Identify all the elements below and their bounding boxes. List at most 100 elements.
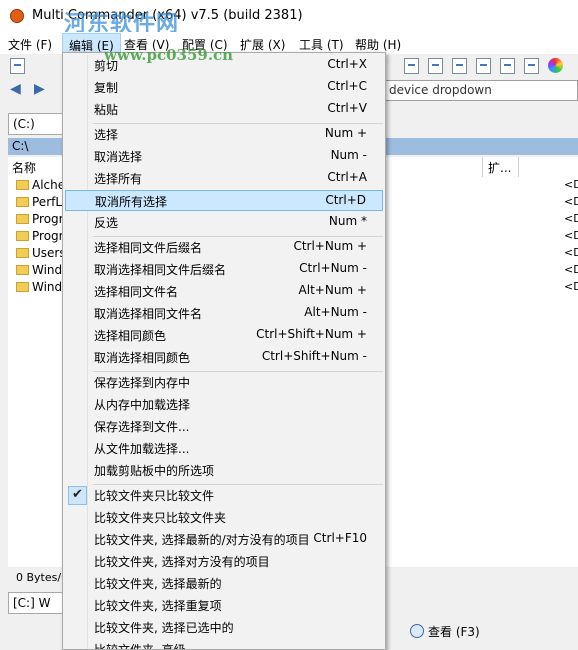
notes-icon[interactable] xyxy=(500,58,515,74)
file-type: <D xyxy=(564,178,578,191)
menu-item-compare-select-selected[interactable]: 比较文件夹, 选择已选中的 xyxy=(65,617,383,638)
device-dropdown[interactable]: device dropdown xyxy=(384,80,578,101)
menu-item-label: 比较文件夹, 选择已选中的 xyxy=(94,621,234,635)
file-type: <D xyxy=(564,212,578,225)
menu-item-shortcut: Ctrl+D xyxy=(325,193,366,207)
doc-icon[interactable] xyxy=(428,58,443,74)
column-divider[interactable] xyxy=(482,157,483,177)
column-ext-header[interactable]: 扩... xyxy=(488,159,511,176)
menu-item-label: 选择相同颜色 xyxy=(94,329,167,343)
menu-bar: 文件 (F) 编辑 (E) 查看 (V) 配置 (C) 扩展 (X) 工具 (T… xyxy=(0,32,578,58)
doc-icon[interactable] xyxy=(452,58,467,74)
menu-item-label: 从文件加载选择... xyxy=(94,442,190,456)
menu-item-compare-folders-only[interactable]: 比较文件夹只比较文件夹 xyxy=(65,507,383,528)
menu-item-label: 取消选择相同文件名 xyxy=(94,307,203,321)
menu-item-paste[interactable]: 粘贴 Ctrl+V xyxy=(65,99,383,120)
menu-item-deselect-same-color[interactable]: 取消选择相同颜色 Ctrl+Shift+Num - xyxy=(65,347,383,368)
menu-item-label: 保存选择到内存中 xyxy=(94,376,191,390)
menu-item-select-same-name[interactable]: 选择相同文件名 Alt+Num + xyxy=(65,281,383,302)
menu-item-shortcut: Ctrl+Shift+Num + xyxy=(256,327,367,341)
menu-item-compare-select-duplicates[interactable]: 比较文件夹, 选择重复项 xyxy=(65,595,383,616)
menu-item-compare-select-missing[interactable]: 比较文件夹, 选择对方没有的项目 xyxy=(65,551,383,572)
menu-item-deselect-all[interactable]: 取消所有选择 Ctrl+D xyxy=(65,190,383,211)
menu-help[interactable]: 帮助 (H) xyxy=(355,36,401,53)
menu-item-compare-advanced[interactable]: 比较文件夹, 高级... xyxy=(65,639,383,650)
menu-item-label: 选择相同文件后缀名 xyxy=(94,241,203,255)
view-button-label: 查看 (F3) xyxy=(428,625,480,639)
refresh-icon[interactable] xyxy=(10,58,25,74)
menu-item-label: 粘贴 xyxy=(94,103,119,117)
menu-item-invert-selection[interactable]: 反选 Num * xyxy=(65,212,383,233)
folder-icon xyxy=(16,214,29,224)
menu-item-label: 取消选择 xyxy=(94,150,143,164)
menu-item-label: 加载剪贴板中的所选项 xyxy=(94,464,215,478)
menu-item-label: 取消选择相同颜色 xyxy=(94,351,191,365)
menu-item-label: 保存选择到文件... xyxy=(94,420,190,434)
menu-item-deselect-same-name[interactable]: 取消选择相同文件名 Alt+Num - xyxy=(65,303,383,324)
menu-item-copy[interactable]: 复制 Ctrl+C xyxy=(65,77,383,98)
menu-item-load-selection-memory[interactable]: 从内存中加载选择 xyxy=(65,394,383,415)
menu-item-shortcut: Num - xyxy=(330,148,367,162)
watermark-url: www.pc0359.cn xyxy=(104,46,234,64)
menu-item-label: 比较文件夹, 选择对方没有的项目 xyxy=(94,555,270,569)
menu-item-select[interactable]: 选择 Num + xyxy=(65,124,383,145)
doc-icon[interactable] xyxy=(476,58,491,74)
menu-item-label: 选择相同文件名 xyxy=(94,285,179,299)
menu-item-deselect-same-ext[interactable]: 取消选择相同文件后缀名 Ctrl+Num - xyxy=(65,259,383,280)
checkmark-icon: ✔ xyxy=(68,486,87,505)
menu-item-compare-select-newest-missing[interactable]: 比较文件夹, 选择最新的/对方没有的项目 Ctrl+F10 xyxy=(65,529,383,550)
menu-item-select-all[interactable]: 选择所有 Ctrl+A xyxy=(65,168,383,189)
menu-item-label: 复制 xyxy=(94,81,119,95)
folder-icon xyxy=(16,282,29,292)
menu-item-label: 反选 xyxy=(94,216,119,230)
doc-icon[interactable] xyxy=(524,58,539,74)
menu-item-label: 比较文件夹只比较文件夹 xyxy=(94,511,227,525)
menu-item-select-same-color[interactable]: 选择相同颜色 Ctrl+Shift+Num + xyxy=(65,325,383,346)
column-divider[interactable] xyxy=(518,157,519,177)
back-arrow-icon[interactable]: ◀ xyxy=(10,81,21,97)
drive-tab[interactable]: (C:) xyxy=(8,113,64,135)
menu-item-save-selection-memory[interactable]: 保存选择到内存中 xyxy=(65,372,383,393)
menu-file[interactable]: 文件 (F) xyxy=(8,36,52,53)
menu-item-label: 比较文件夹只比较文件 xyxy=(94,489,215,503)
title-bar: Multi Commander (x64) v7.5 (build 2381) … xyxy=(0,0,578,37)
menu-item-shortcut: Ctrl+V xyxy=(327,101,367,115)
file-type: <D xyxy=(564,195,578,208)
menu-item-shortcut: Ctrl+Shift+Num - xyxy=(261,349,367,363)
menu-tools[interactable]: 工具 (T) xyxy=(299,36,344,53)
menu-item-label: 取消所有选择 xyxy=(95,195,168,209)
menu-item-shortcut: Ctrl+A xyxy=(327,170,367,184)
menu-item-select-same-ext[interactable]: 选择相同文件后缀名 Ctrl+Num + xyxy=(65,237,383,258)
menu-item-load-clipboard-selection[interactable]: 加载剪贴板中的所选项 xyxy=(65,460,383,481)
file-name: Users xyxy=(32,246,66,260)
menu-item-label: 比较文件夹, 选择最新的 xyxy=(94,577,222,591)
menu-extensions[interactable]: 扩展 (X) xyxy=(240,36,285,53)
menu-item-shortcut: Ctrl+X xyxy=(327,57,367,71)
status-text: 0 Bytes/0 xyxy=(16,571,69,584)
forward-arrow-icon[interactable]: ▶ xyxy=(34,81,45,97)
menu-item-shortcut: Ctrl+C xyxy=(327,79,367,93)
menu-item-label: 取消选择相同文件后缀名 xyxy=(94,263,227,277)
menu-item-shortcut: Ctrl+F10 xyxy=(313,531,367,545)
menu-item-label: 选择所有 xyxy=(94,172,143,186)
menu-item-compare-select-newest[interactable]: 比较文件夹, 选择最新的 xyxy=(65,573,383,594)
kb-icon[interactable] xyxy=(404,58,419,74)
file-type: <D xyxy=(564,229,578,242)
folder-icon xyxy=(16,231,29,241)
menu-item-save-selection-file[interactable]: 保存选择到文件... xyxy=(65,416,383,437)
folder-icon xyxy=(16,248,29,258)
file-type: <D xyxy=(564,246,578,259)
folder-icon xyxy=(16,265,29,275)
menu-item-load-selection-file[interactable]: 从文件加载选择... xyxy=(65,438,383,459)
drive-tab-bottom[interactable]: [C:] W xyxy=(8,592,64,614)
menu-item-shortcut: Num + xyxy=(324,126,367,140)
file-type: <D xyxy=(564,280,578,293)
view-button[interactable]: 查看 (F3) xyxy=(404,620,486,648)
column-name-header[interactable]: 名称 xyxy=(12,159,36,176)
menu-item-label: 从内存中加载选择 xyxy=(94,398,191,412)
menu-item-compare-files-only[interactable]: ✔ 比较文件夹只比较文件 xyxy=(65,485,383,506)
menu-item-deselect[interactable]: 取消选择 Num - xyxy=(65,146,383,167)
menu-item-label: 比较文件夹, 高级... xyxy=(94,643,198,650)
menu-item-shortcut: Alt+Num - xyxy=(304,305,367,319)
color-wheel-icon[interactable] xyxy=(548,58,563,73)
